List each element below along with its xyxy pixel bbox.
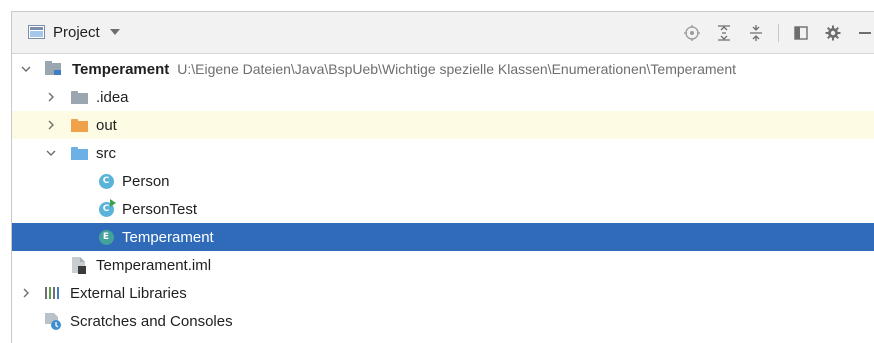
toolbar-separator bbox=[778, 24, 779, 42]
tree-item-person[interactable]: C Person bbox=[12, 167, 874, 195]
chevron-right-icon[interactable] bbox=[45, 119, 57, 131]
project-view-selector[interactable]: Project bbox=[28, 22, 120, 42]
tree-item-label: Person bbox=[122, 172, 170, 190]
chevron-down-icon[interactable] bbox=[20, 63, 32, 75]
root-project-name: Temperament bbox=[72, 60, 170, 78]
folder-icon bbox=[70, 88, 88, 106]
tree-item-iml[interactable]: Temperament.iml bbox=[12, 251, 874, 279]
tree-item-root[interactable]: Temperament U:\Eigene Dateien\Java\BspUeb… bbox=[12, 55, 874, 83]
tree-item-temperament-enum[interactable]: E Temperament bbox=[12, 223, 874, 251]
runnable-class-icon: C bbox=[97, 199, 116, 218]
locate-icon[interactable] bbox=[682, 23, 702, 43]
tree-item-external-libraries[interactable]: External Libraries bbox=[12, 279, 874, 307]
chevron-right-icon[interactable] bbox=[20, 287, 32, 299]
enum-icon: E bbox=[97, 228, 115, 246]
tree-item-person-test[interactable]: C PersonTest bbox=[12, 195, 874, 223]
tree-item-label: src bbox=[96, 144, 116, 162]
root-project-path: U:\Eigene Dateien\Java\BspUeb\Wichtige s… bbox=[177, 60, 737, 77]
tree-item-label: External Libraries bbox=[70, 284, 187, 302]
chevron-right-icon[interactable] bbox=[45, 91, 57, 103]
project-window-icon bbox=[28, 25, 45, 39]
tree-item-label: Scratches and Consoles bbox=[70, 312, 233, 330]
tree-item-scratches[interactable]: Scratches and Consoles bbox=[12, 307, 874, 335]
source-folder-icon bbox=[70, 144, 88, 162]
tree-item-out[interactable]: out bbox=[12, 111, 874, 139]
gear-icon[interactable] bbox=[823, 23, 843, 43]
dropdown-arrow-icon bbox=[109, 29, 120, 35]
tree-item-label: out bbox=[96, 116, 117, 134]
project-view-label: Project bbox=[53, 23, 100, 41]
tree-item-label: Temperament.iml bbox=[96, 256, 212, 274]
layout-icon[interactable] bbox=[791, 23, 811, 43]
toolbar-actions bbox=[670, 22, 874, 44]
project-toolbar: Project bbox=[12, 12, 874, 54]
class-icon: C bbox=[97, 172, 115, 190]
project-tool-window: Project Temperament U:\Eigene Dateien\Ja… bbox=[11, 11, 874, 343]
excluded-folder-icon bbox=[70, 116, 88, 134]
hide-icon[interactable] bbox=[855, 23, 874, 43]
libraries-icon bbox=[44, 284, 62, 302]
collapse-all-icon[interactable] bbox=[746, 23, 766, 43]
module-file-icon bbox=[70, 256, 88, 274]
expand-all-icon[interactable] bbox=[714, 23, 734, 43]
module-folder-icon bbox=[45, 60, 63, 78]
tree-item-label: .idea bbox=[96, 88, 129, 106]
tree-item-label: PersonTest bbox=[122, 200, 198, 218]
scratches-icon bbox=[44, 312, 62, 330]
tree-item-src[interactable]: src bbox=[12, 139, 874, 167]
chevron-down-icon[interactable] bbox=[45, 147, 57, 159]
tree-item-idea[interactable]: .idea bbox=[12, 83, 874, 111]
tree-item-label: Temperament bbox=[122, 228, 214, 246]
